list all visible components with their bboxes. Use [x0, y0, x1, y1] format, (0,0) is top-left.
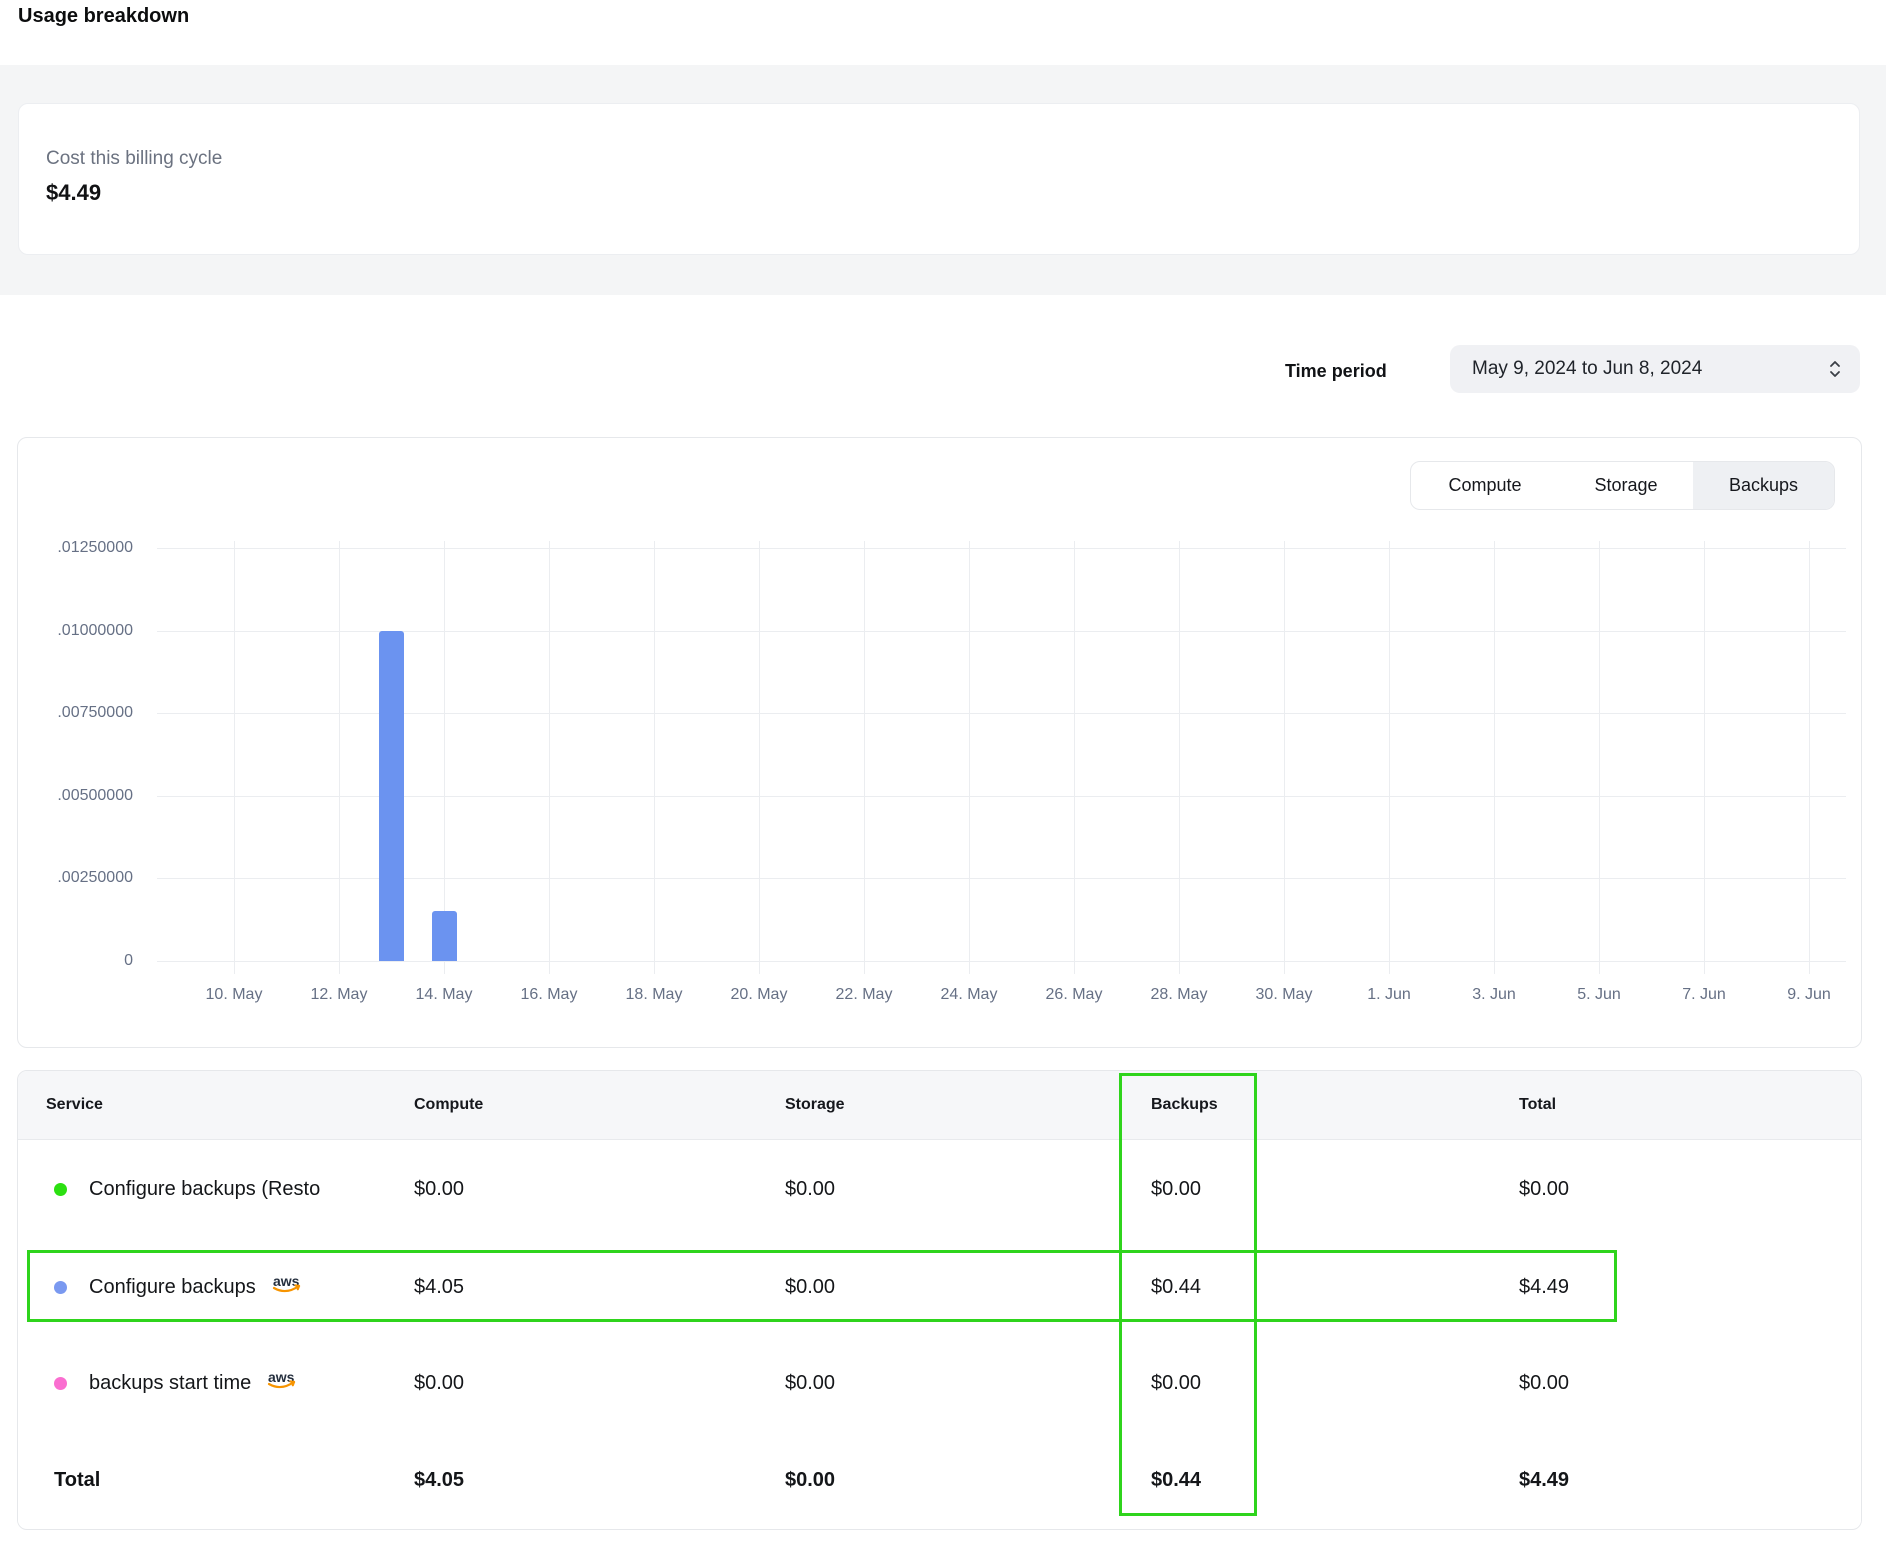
y-gridline: [157, 631, 1846, 632]
y-gridline: [157, 961, 1846, 962]
aws-icon: aws: [265, 1370, 301, 1397]
compute-cost: $0.00: [414, 1372, 785, 1395]
tab-backups[interactable]: Backups: [1693, 462, 1834, 509]
x-axis-label: 26. May: [1022, 986, 1126, 1004]
x-axis-label: 7. Jun: [1652, 986, 1756, 1004]
backups-cost: $0.44: [1151, 1276, 1519, 1299]
page-title: Usage breakdown: [18, 5, 189, 28]
backups-total: $0.44: [1151, 1469, 1519, 1492]
cost-value: $4.49: [46, 180, 101, 206]
series-dot: [54, 1183, 67, 1196]
chevron-up-down-icon: [1828, 359, 1842, 379]
svg-text:aws: aws: [268, 1370, 295, 1385]
total-cost: $0.00: [1519, 1178, 1861, 1201]
storage-cost: $0.00: [785, 1372, 1151, 1395]
tab-storage[interactable]: Storage: [1559, 462, 1693, 509]
total-cost: $4.49: [1519, 1276, 1861, 1299]
x-gridline: [864, 541, 865, 974]
chart-tab-group: Compute Storage Backups: [1410, 461, 1835, 510]
cost-card: Cost this billing cycle $4.49: [18, 103, 1860, 255]
x-axis-label: 3. Jun: [1442, 986, 1546, 1004]
x-gridline: [234, 541, 235, 974]
x-gridline: [969, 541, 970, 974]
col-header-total: Total: [1519, 1096, 1861, 1114]
chart-bar[interactable]: [432, 911, 457, 961]
x-axis-label: 24. May: [917, 986, 1021, 1004]
series-dot: [54, 1281, 67, 1294]
x-axis-label: 20. May: [707, 986, 811, 1004]
y-axis-label: .01250000: [18, 539, 133, 557]
compute-cost: $0.00: [414, 1178, 785, 1201]
total-cost: $0.00: [1519, 1372, 1861, 1395]
x-gridline: [759, 541, 760, 974]
table-total-row: Total $4.05 $0.00 $0.44 $4.49: [18, 1432, 1861, 1528]
table-header-row: Service Compute Storage Backups Total: [18, 1071, 1861, 1140]
compute-total: $4.05: [414, 1469, 785, 1492]
storage-cost: $0.00: [785, 1276, 1151, 1299]
chart-bar[interactable]: [379, 631, 404, 961]
col-header-storage: Storage: [785, 1096, 1151, 1114]
y-gridline: [157, 548, 1846, 549]
x-axis-label: 10. May: [182, 986, 286, 1004]
x-gridline: [1179, 541, 1180, 974]
table-row: backups start time aws $0.00 $0.00 $0.00…: [18, 1335, 1861, 1432]
backups-cost: $0.00: [1151, 1372, 1519, 1395]
y-gridline: [157, 713, 1846, 714]
total-row-label: Total: [54, 1469, 414, 1492]
storage-cost: $0.00: [785, 1178, 1151, 1201]
col-header-compute: Compute: [414, 1096, 785, 1114]
grand-total: $4.49: [1519, 1469, 1861, 1492]
x-axis-label: 22. May: [812, 986, 916, 1004]
usage-chart-card: Compute Storage Backups 0 .00250000 .00500…: [17, 437, 1862, 1048]
x-gridline: [339, 541, 340, 974]
x-axis-label: 28. May: [1127, 986, 1231, 1004]
x-axis-label: 14. May: [392, 986, 496, 1004]
service-name: Configure backups (Resto: [89, 1178, 320, 1201]
tab-compute[interactable]: Compute: [1411, 462, 1559, 509]
x-gridline: [1494, 541, 1495, 974]
x-axis-label: 30. May: [1232, 986, 1336, 1004]
cost-label: Cost this billing cycle: [46, 148, 222, 170]
y-axis-label: .00250000: [18, 869, 133, 887]
y-gridline: [157, 878, 1846, 879]
usage-table: Service Compute Storage Backups Total Co…: [17, 1070, 1862, 1530]
service-name: backups start time: [89, 1372, 251, 1395]
x-axis-label: 9. Jun: [1757, 986, 1861, 1004]
backups-cost: $0.00: [1151, 1178, 1519, 1201]
summary-band: Cost this billing cycle $4.49: [0, 65, 1886, 295]
svg-text:aws: aws: [273, 1274, 300, 1289]
table-row: Configure backups (Resto $0.00 $0.00 $0.…: [18, 1140, 1861, 1239]
usage-breakdown-page: Usage breakdown Cost this billing cycle …: [0, 0, 1886, 1548]
time-period-label: Time period: [1285, 361, 1387, 382]
y-axis-label: .00500000: [18, 787, 133, 805]
y-gridline: [157, 796, 1846, 797]
x-axis-label: 1. Jun: [1337, 986, 1441, 1004]
x-gridline: [1074, 541, 1075, 974]
x-axis-label: 16. May: [497, 986, 601, 1004]
x-axis-label: 18. May: [602, 986, 706, 1004]
x-gridline: [654, 541, 655, 974]
x-axis-label: 5. Jun: [1547, 986, 1651, 1004]
compute-cost: $4.05: [414, 1276, 785, 1299]
x-gridline: [1599, 541, 1600, 974]
col-header-backups: Backups: [1151, 1096, 1519, 1114]
y-axis-label: .00750000: [18, 704, 133, 722]
table-row: Configure backups aws $4.05 $0.00 $0.44 …: [18, 1239, 1861, 1335]
y-axis-label: .01000000: [18, 622, 133, 640]
service-name: Configure backups: [89, 1276, 256, 1299]
x-gridline: [1809, 541, 1810, 974]
time-period-value: May 9, 2024 to Jun 8, 2024: [1472, 358, 1702, 380]
storage-total: $0.00: [785, 1469, 1151, 1492]
x-gridline: [1284, 541, 1285, 974]
time-period-select[interactable]: May 9, 2024 to Jun 8, 2024: [1450, 345, 1860, 393]
col-header-service: Service: [46, 1096, 414, 1114]
x-axis-label: 12. May: [287, 986, 391, 1004]
series-dot: [54, 1377, 67, 1390]
x-gridline: [444, 541, 445, 974]
x-gridline: [1389, 541, 1390, 974]
x-gridline: [1704, 541, 1705, 974]
y-axis-label: 0: [18, 952, 133, 970]
aws-icon: aws: [270, 1274, 306, 1301]
x-gridline: [549, 541, 550, 974]
